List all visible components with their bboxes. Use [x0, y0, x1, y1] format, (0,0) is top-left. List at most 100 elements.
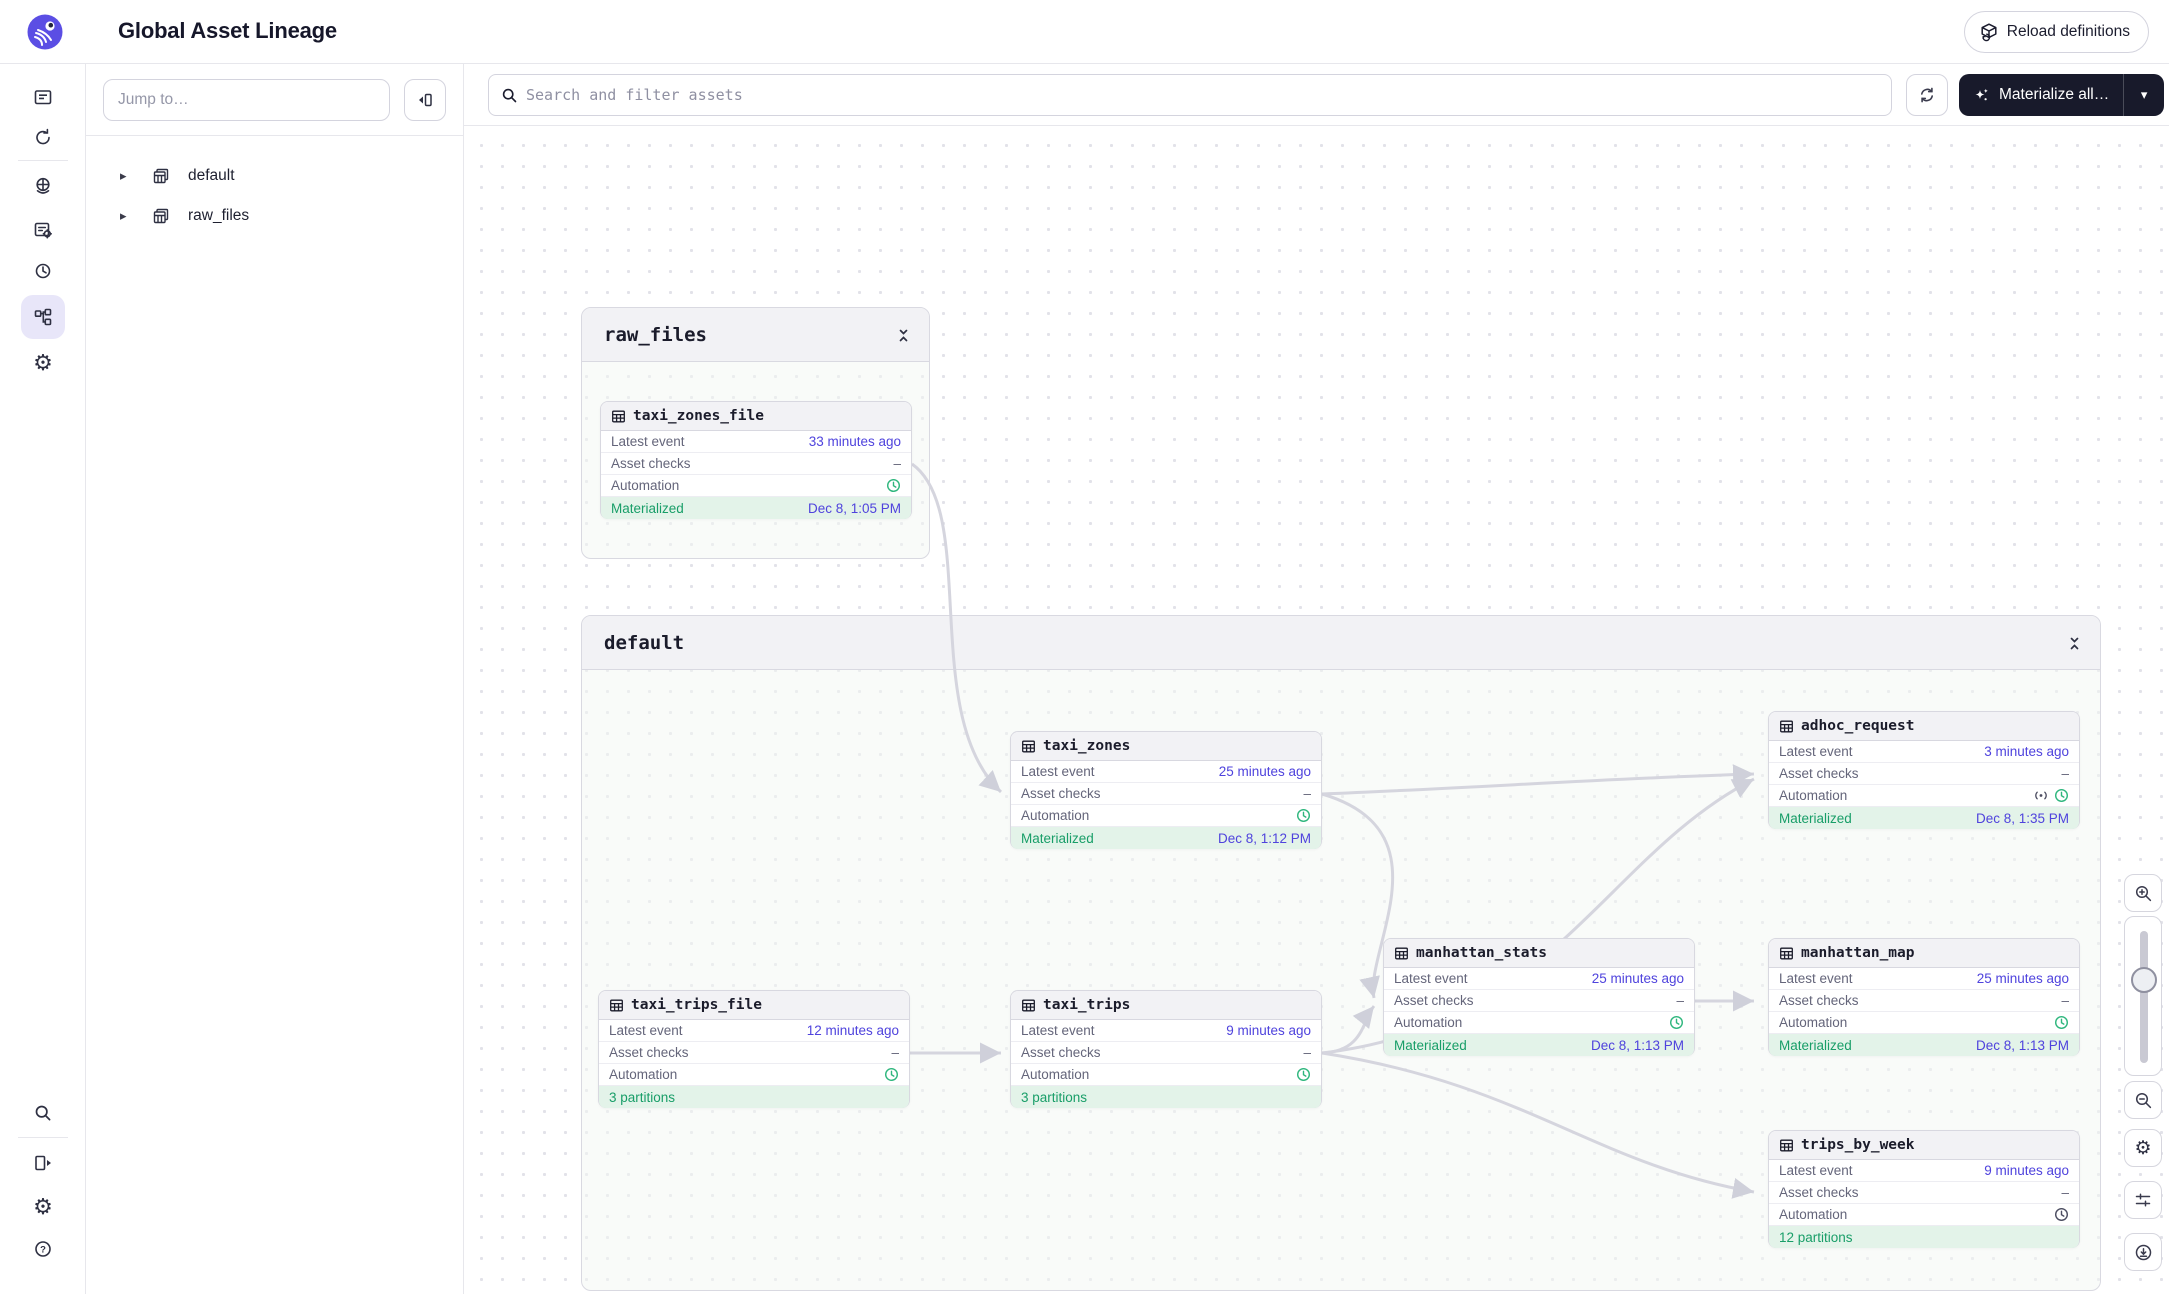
row-label: Latest event [1021, 1023, 1095, 1038]
latest-event-row: Latest event 9 minutes ago [1011, 1020, 1321, 1042]
asset-name: taxi_zones_file [633, 408, 764, 424]
group-header-default[interactable]: default [582, 616, 2100, 670]
partitions-row[interactable]: 12 partitions [1769, 1226, 2079, 1248]
nav-runs-icon[interactable] [21, 115, 65, 159]
asset-node-header[interactable]: taxi_trips_file [599, 991, 909, 1020]
group-header-raw_files[interactable]: raw_files [582, 308, 929, 362]
tree-group-default[interactable]: ▸ default [86, 156, 463, 196]
asset-node-adhoc_request[interactable]: adhoc_request Latest event3 minutes ago … [1768, 711, 2080, 829]
materialized-timestamp[interactable]: Dec 8, 1:05 PM [808, 501, 901, 516]
asset-node-header[interactable]: taxi_trips [1011, 991, 1321, 1020]
rail-search-icon[interactable] [21, 1091, 65, 1135]
zoom-slider-track[interactable] [2140, 931, 2148, 1063]
latest-event-link[interactable]: 9 minutes ago [1226, 1023, 1311, 1038]
graph-filters-button[interactable] [2124, 1181, 2162, 1219]
reload-definitions-label: Reload definitions [2007, 23, 2130, 41]
materialized-row: MaterializedDec 8, 1:12 PM [1011, 827, 1321, 849]
asset-checks-row: Asset checks– [1011, 1042, 1321, 1064]
collapse-group-icon[interactable] [893, 325, 913, 345]
materialized-timestamp[interactable]: Dec 8, 1:13 PM [1976, 1038, 2069, 1053]
asset-group-icon [152, 207, 170, 225]
nav-rail: ⚙ ⚙ ? [0, 64, 86, 1294]
row-label: Latest event [1779, 1163, 1853, 1178]
asset-name: taxi_zones [1043, 738, 1130, 754]
refresh-button[interactable] [1906, 74, 1948, 116]
nav-jobs-icon[interactable] [21, 208, 65, 252]
table-icon [1021, 998, 1036, 1013]
latest-event-link[interactable]: 25 minutes ago [1592, 971, 1684, 986]
zoom-out-button[interactable] [2124, 1081, 2162, 1119]
row-label: Automation [1779, 788, 1847, 803]
partitions-row[interactable]: 3 partitions [1011, 1086, 1321, 1108]
collapse-panel-button[interactable] [404, 79, 446, 121]
materialized-timestamp[interactable]: Dec 8, 1:35 PM [1976, 811, 2069, 826]
partitions-row[interactable]: 3 partitions [599, 1086, 909, 1108]
asset-name: adhoc_request [1801, 718, 1915, 734]
graph-viewport[interactable]: raw_files default [464, 126, 2169, 1294]
latest-event-row: Latest event25 minutes ago [1769, 968, 2079, 990]
asset-checks-value: – [891, 1045, 899, 1060]
nav-lineage-icon[interactable] [21, 295, 65, 339]
zoom-in-button[interactable] [2124, 874, 2162, 912]
automation-row: Automation [1769, 785, 2079, 807]
graph-settings-button[interactable]: ⚙ [2124, 1129, 2162, 1167]
settings-gear-icon[interactable]: ⚙ [21, 1185, 65, 1229]
zoom-slider-handle[interactable] [2131, 967, 2157, 993]
automation-row: Automation [1011, 1064, 1321, 1086]
asset-node-header[interactable]: trips_by_week [1769, 1131, 2079, 1160]
materialized-timestamp[interactable]: Dec 8, 1:12 PM [1218, 831, 1311, 846]
latest-event-row: Latest event33 minutes ago [601, 431, 911, 453]
row-label: Automation [1021, 1067, 1089, 1082]
nav-assets-icon[interactable] [21, 164, 65, 208]
asset-node-manhattan_stats[interactable]: manhattan_stats Latest event25 minutes a… [1383, 938, 1695, 1056]
asset-node-taxi_zones_file[interactable]: taxi_zones_file Latest event33 minutes a… [600, 401, 912, 519]
materialize-all-button[interactable]: Materialize all… [1959, 74, 2123, 116]
asset-node-header[interactable]: manhattan_stats [1384, 939, 1694, 968]
search-input[interactable] [526, 86, 1879, 104]
latest-event-link[interactable]: 12 minutes ago [807, 1023, 899, 1038]
download-view-button[interactable] [2124, 1233, 2162, 1271]
chevron-down-icon: ▾ [2141, 87, 2148, 103]
chevron-right-icon[interactable]: ▸ [120, 208, 127, 224]
row-label: Asset checks [1779, 1185, 1859, 1200]
asset-node-manhattan_map[interactable]: manhattan_map Latest event25 minutes ago… [1768, 938, 2080, 1056]
row-label: Asset checks [1779, 993, 1859, 1008]
partitions-label: 12 partitions [1779, 1230, 1853, 1245]
materialized-row: MaterializedDec 8, 1:05 PM [601, 497, 911, 519]
materialized-timestamp[interactable]: Dec 8, 1:13 PM [1591, 1038, 1684, 1053]
asset-node-header[interactable]: taxi_zones_file [601, 402, 911, 431]
asset-node-header[interactable]: manhattan_map [1769, 939, 2079, 968]
tree-group-raw_files[interactable]: ▸ raw_files [86, 196, 463, 236]
latest-event-link[interactable]: 25 minutes ago [1219, 764, 1311, 779]
asset-node-trips_by_week[interactable]: trips_by_week Latest event9 minutes ago … [1768, 1130, 2080, 1248]
latest-event-link[interactable]: 3 minutes ago [1984, 744, 2069, 759]
nav-settings-icon[interactable]: ⚙ [21, 341, 65, 385]
nav-schedules-icon[interactable] [21, 249, 65, 293]
reload-definitions-button[interactable]: Reload definitions [1964, 11, 2149, 53]
latest-event-link[interactable]: 9 minutes ago [1984, 1163, 2069, 1178]
tree-group-label: raw_files [188, 207, 249, 225]
help-icon[interactable]: ? [21, 1227, 65, 1271]
asset-node-taxi_zones[interactable]: taxi_zones Latest event25 minutes ago As… [1010, 731, 1322, 849]
table-icon [1021, 739, 1036, 754]
latest-event-link[interactable]: 33 minutes ago [809, 434, 901, 449]
refresh-icon [1917, 85, 1937, 105]
page-title: Global Asset Lineage [118, 18, 337, 44]
zoom-slider[interactable] [2124, 916, 2162, 1076]
expand-panel-icon[interactable] [21, 1141, 65, 1185]
materialize-dropdown-button[interactable]: ▾ [2123, 74, 2164, 116]
asset-node-taxi_trips[interactable]: taxi_trips Latest event 9 minutes ago Ass… [1010, 990, 1322, 1108]
asset-node-header[interactable]: taxi_zones [1011, 732, 1321, 761]
nav-overview-icon[interactable] [21, 75, 65, 119]
asset-search-box[interactable] [488, 74, 1892, 116]
latest-event-link[interactable]: 25 minutes ago [1977, 971, 2069, 986]
zoom-in-icon [2134, 884, 2153, 903]
jump-to-input[interactable] [103, 79, 390, 121]
gear-icon: ⚙ [33, 352, 53, 374]
dagster-logo[interactable] [26, 13, 64, 51]
chevron-right-icon[interactable]: ▸ [120, 168, 127, 184]
sparkle-icon [1973, 87, 1990, 104]
asset-node-taxi_trips_file[interactable]: taxi_trips_file Latest event12 minutes a… [598, 990, 910, 1108]
asset-node-header[interactable]: adhoc_request [1769, 712, 2079, 741]
collapse-group-icon[interactable] [2064, 633, 2084, 653]
